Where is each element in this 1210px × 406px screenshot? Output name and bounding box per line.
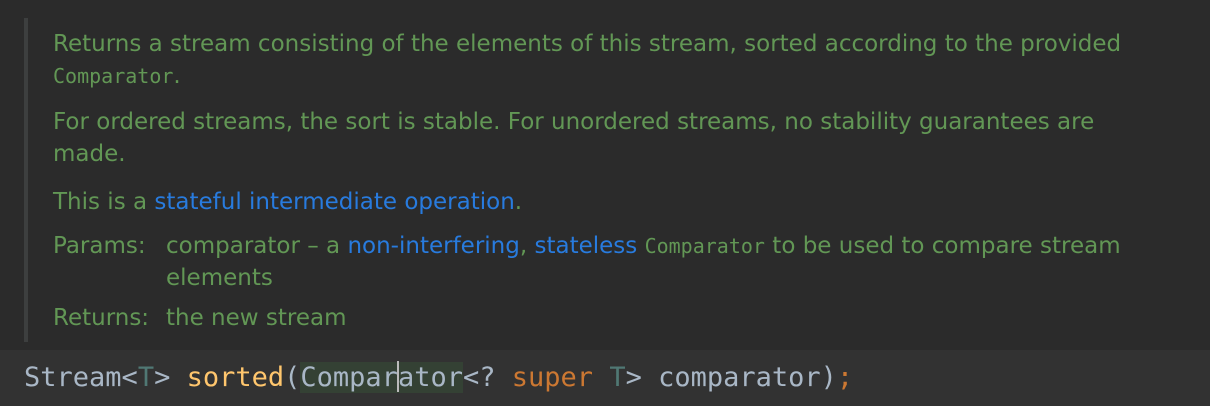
doc-summary-code: Comparator [53,64,174,88]
doc-summary-end: . [173,63,181,89]
paren-open: ( [284,362,301,393]
doc-summary: Returns a stream consisting of the eleme… [53,28,1210,92]
javadoc-rendered-block: Returns a stream consisting of the eleme… [0,0,1210,350]
param-name: comparator [166,233,300,259]
returns-text: the new stream [166,305,347,331]
method-name[interactable]: sorted [187,362,285,393]
param-comma: , [519,233,535,259]
params-label: Params: [53,233,146,259]
doc-returns: Returns: the new stream [53,302,1210,334]
params-body: comparator – a non-interfering, stateles… [166,230,1210,294]
wildcard-open: <? [462,362,512,393]
param-rest: to be used to compare stream [764,233,1121,259]
param-line2: elements [166,265,273,291]
type-param-t-bound[interactable]: T [609,362,625,393]
current-code-line[interactable]: Stream<T> sorted(Comparator<? super T> c… [0,350,1210,406]
code-editor[interactable]: Returns a stream consisting of the eleme… [0,0,1210,406]
javadoc-gutter-bar [24,18,28,342]
non-interfering-link[interactable]: non-interfering [347,233,519,259]
javadoc-text: Returns a stream consisting of the eleme… [53,28,1210,334]
param-code: Comparator [644,234,765,258]
stateless-link[interactable]: stateless [534,233,637,259]
param-identifier[interactable]: comparator [658,362,821,393]
gt-bracket: > [154,362,187,393]
lt-bracket: < [121,362,138,393]
semicolon: ; [836,362,854,393]
type-param-t[interactable]: T [138,362,154,393]
return-type[interactable]: Stream [24,362,122,393]
wildcard-close: > [625,362,659,393]
doc-params: Params: comparator – a non-interfering, … [53,230,1210,294]
doc-ordering: For ordered streams, the sort is stable.… [53,106,1210,170]
doc-stateful-prefix: This is a [53,189,155,215]
method-signature[interactable]: Stream<T> sorted(Comparator<? super T> c… [24,360,853,396]
doc-ordering-line1: For ordered streams, the sort is stable.… [53,109,1095,135]
paren-close: ) [820,362,837,393]
param-space [637,233,644,259]
stateful-operation-link[interactable]: stateful intermediate operation [154,189,514,215]
param-separator: – a [299,233,348,259]
comparator-part-a: Compar [300,362,398,393]
doc-stateful-end: . [514,189,523,215]
param-type-comparator[interactable]: Comparator [300,361,463,393]
doc-summary-text: Returns a stream consisting of the eleme… [53,31,1122,57]
returns-label: Returns: [53,305,150,331]
doc-stateful: This is a stateful intermediate operatio… [53,186,1210,218]
super-keyword: super [511,362,594,393]
comparator-part-b: ator [397,362,463,393]
doc-ordering-line2: made. [53,141,126,167]
